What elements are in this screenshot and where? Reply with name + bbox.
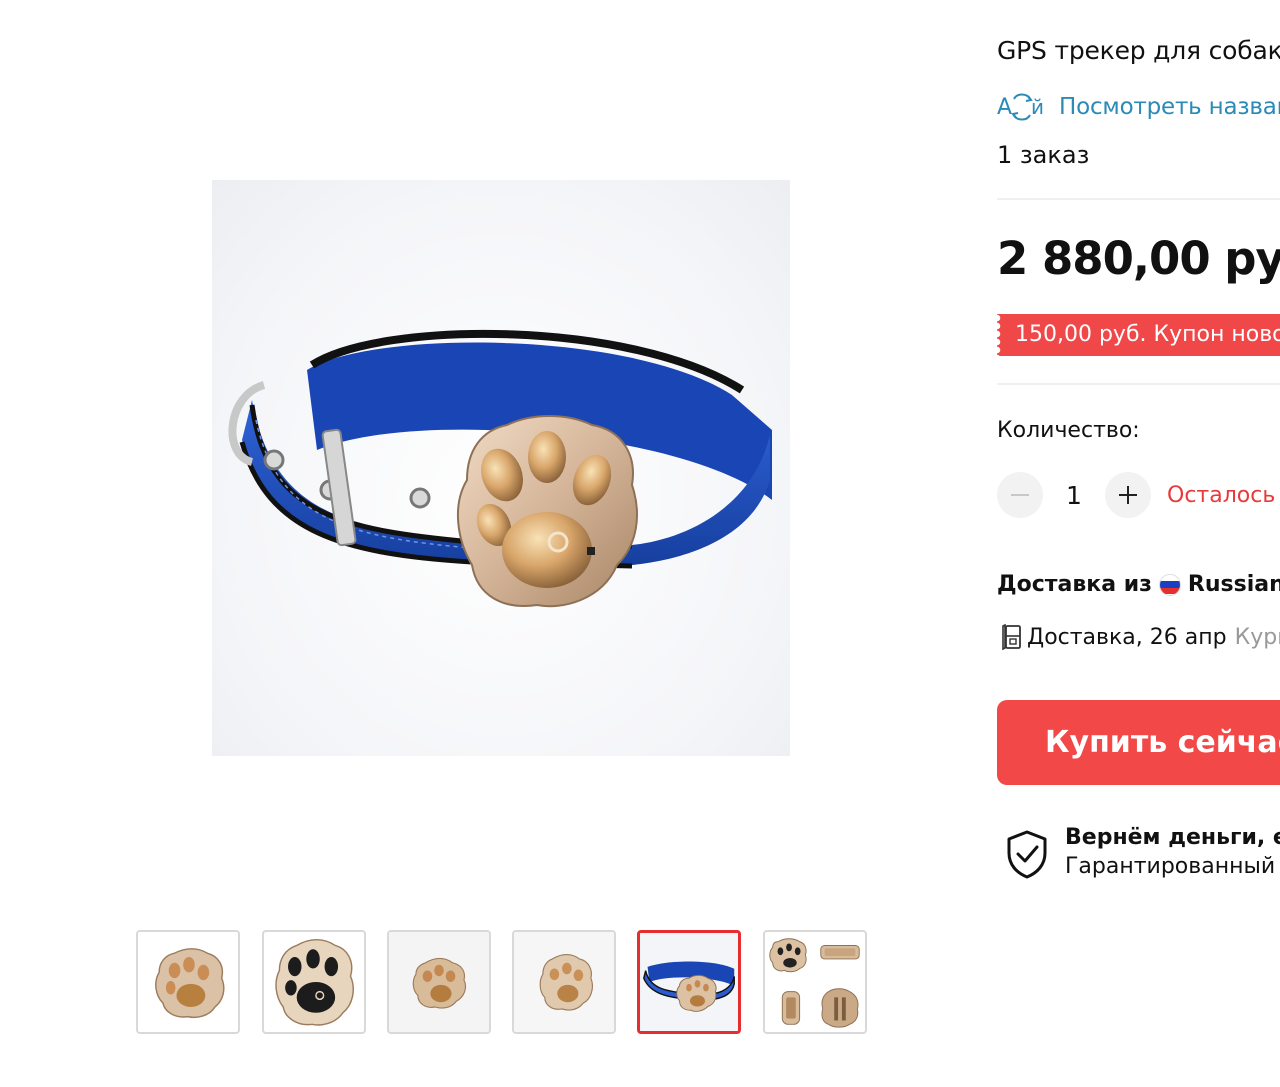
coupon-text: 150,00 руб. Купон новог (1015, 322, 1280, 347)
delivery-info: Доставка, 26 апр Курье (997, 620, 1280, 654)
thumbnail-4[interactable] (512, 930, 616, 1034)
ships-from: Доставка из Russian F (997, 572, 1280, 597)
view-title-translation-link[interactable]: Посмотреть назван (1059, 94, 1280, 120)
parcel-locker-icon (1002, 623, 1021, 651)
divider (997, 198, 1280, 200)
paw-tracker-dark-icon (275, 938, 354, 1026)
coupon-edge-decoration (997, 314, 1003, 356)
thumbnail-3[interactable] (387, 930, 491, 1034)
russia-flag-icon (1158, 573, 1181, 596)
thumbnail-6[interactable] (763, 930, 867, 1034)
translate-icon: A й (997, 93, 1044, 121)
product-title: GPS трекер для собак (997, 36, 1280, 65)
stock-remaining-text: Осталось н (1167, 482, 1280, 508)
plus-icon (1119, 486, 1137, 504)
quantity-stepper: 1 Осталось н (997, 472, 1280, 518)
paw-tracker-small-icon (389, 932, 489, 1032)
product-price: 2 880,00 руб. (997, 232, 1280, 285)
guarantee-title: Вернём деньги, ес (1065, 825, 1280, 850)
orders-count: 1 заказ (997, 141, 1090, 169)
quantity-increase-button[interactable] (1105, 472, 1151, 518)
collar-with-tracker-icon (640, 933, 738, 1031)
thumbnail-2[interactable] (262, 930, 366, 1034)
buy-now-button[interactable]: Купить сейчас (997, 700, 1280, 785)
ships-from-label: Доставка из (997, 572, 1152, 597)
thumbnail-5[interactable] (637, 930, 741, 1034)
delivery-date: Доставка, 26 апр (1027, 624, 1227, 650)
quantity-decrease-button[interactable] (997, 472, 1043, 518)
collar-with-tracker-image (228, 329, 772, 608)
tracker-parts-icon (769, 938, 860, 1028)
paw-tracker-angled-icon (514, 932, 614, 1032)
svg-text:й: й (1031, 95, 1044, 119)
product-info-panel: GPS трекер для собак A й Посмотреть назв… (997, 0, 1280, 1087)
ships-from-country[interactable]: Russian F (1188, 572, 1280, 597)
main-product-image[interactable] (212, 180, 790, 756)
translate-row[interactable]: A й Посмотреть назван (997, 90, 1280, 124)
delivery-method: Курье (1234, 624, 1280, 650)
paw-tracker-front-icon (155, 948, 225, 1018)
product-gallery (0, 0, 960, 1087)
guarantee-subtitle: Гарантированный (1065, 854, 1276, 879)
shield-check-icon (1007, 830, 1047, 879)
quantity-label: Количество: (997, 418, 1140, 443)
new-user-coupon-badge[interactable]: 150,00 руб. Купон новог (997, 314, 1280, 356)
buyer-guarantee[interactable]: Вернём деньги, ес Гарантированный (1005, 825, 1280, 885)
quantity-value[interactable]: 1 (1043, 481, 1105, 510)
svg-text:A: A (997, 95, 1012, 120)
thumbnail-1[interactable] (136, 930, 240, 1034)
minus-icon (1011, 494, 1029, 496)
divider (997, 383, 1280, 385)
